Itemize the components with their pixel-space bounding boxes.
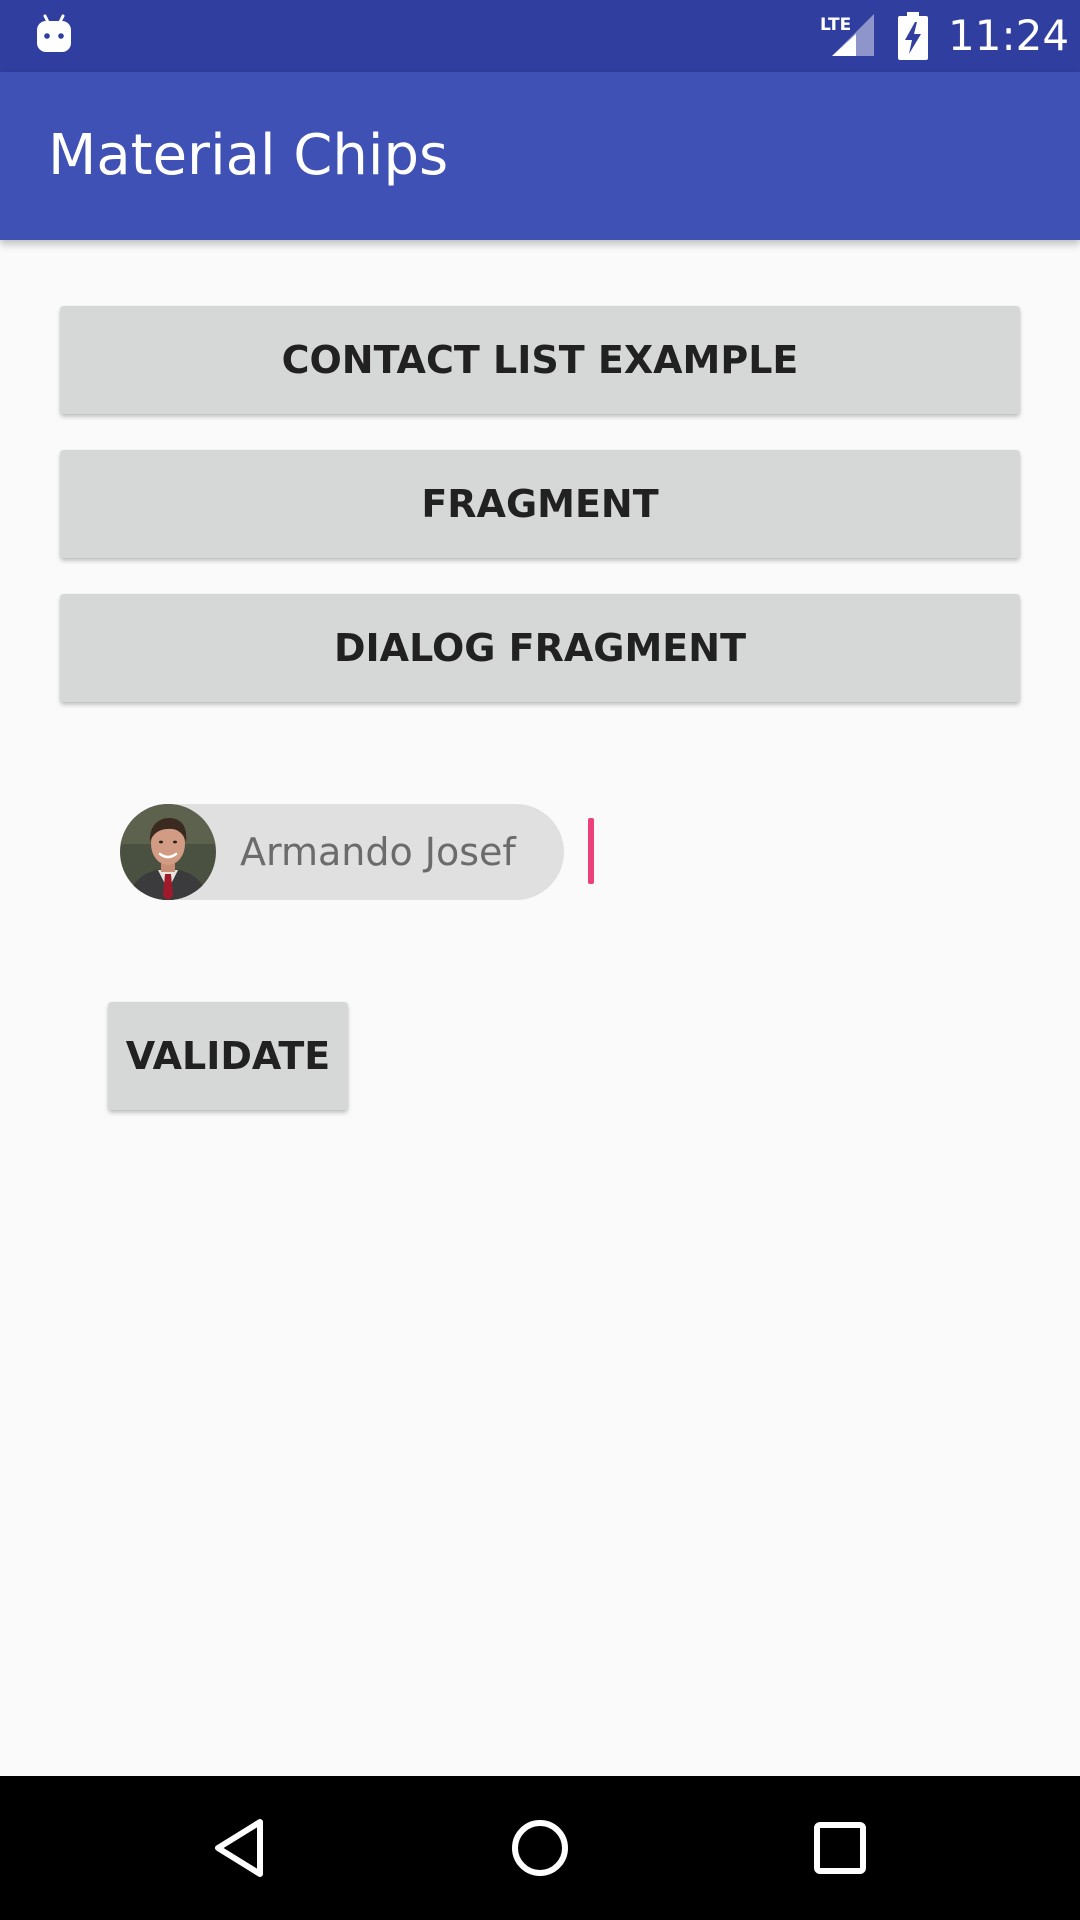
chip-label: Armando Josef <box>240 830 516 874</box>
app-title: Material Chips <box>48 123 449 188</box>
fragment-button[interactable]: FRAGMENT <box>60 450 1020 558</box>
lte-signal-icon: LTE <box>820 14 874 56</box>
text-cursor <box>588 818 594 884</box>
status-clock: 11:24 <box>948 11 1070 60</box>
contact-chip[interactable]: Armando Josef <box>120 804 564 900</box>
app-bar: Material Chips <box>0 72 1080 240</box>
navigation-bar <box>0 1776 1080 1920</box>
lte-label: LTE <box>820 15 851 35</box>
contact-avatar <box>120 804 216 900</box>
status-bar: LTE 11:24 <box>0 0 1080 72</box>
screen: LTE 11:24 Material Chips CONTACT LIST EX… <box>0 0 1080 1920</box>
battery-charging-icon <box>898 12 928 60</box>
validate-button[interactable]: VALIDATE <box>108 1002 348 1110</box>
chips-input[interactable]: Armando Josef <box>120 804 980 900</box>
contact-list-example-button[interactable]: CONTACT LIST EXAMPLE <box>60 306 1020 414</box>
contact-avatar-icon <box>120 804 216 900</box>
android-notification-icon <box>37 14 71 52</box>
back-icon[interactable] <box>190 1798 290 1898</box>
dialog-fragment-button[interactable]: DIALOG FRAGMENT <box>60 594 1020 702</box>
recent-apps-icon[interactable] <box>790 1798 890 1898</box>
home-icon[interactable] <box>490 1798 590 1898</box>
